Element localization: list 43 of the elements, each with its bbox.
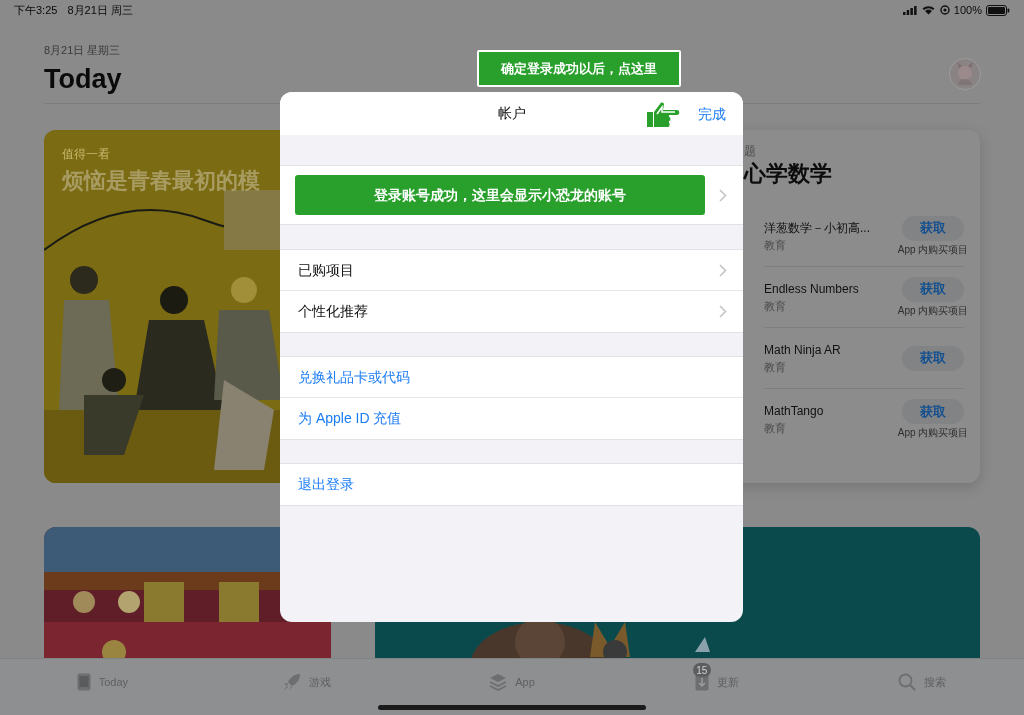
app-category: 教育 xyxy=(764,298,786,314)
card-eyebrow: 题 xyxy=(744,143,756,160)
wifi-icon xyxy=(921,5,935,15)
in-app-purchase-note: App 内购买项目 xyxy=(897,303,969,318)
list-row[interactable]: 个性化推荐 xyxy=(280,291,743,332)
app-category: 教育 xyxy=(764,421,786,437)
chevron-icon xyxy=(719,188,727,202)
avatar-icon[interactable] xyxy=(949,58,981,90)
in-app-purchase-note: App 内购买项目 xyxy=(897,242,969,257)
tooltip: 确定登录成功以后，点这里 xyxy=(477,50,681,87)
pointing-hand-icon xyxy=(645,100,681,130)
status-date: 8月21日 周三 xyxy=(67,2,133,18)
app-name: Endless Numbers xyxy=(764,280,859,298)
list-row[interactable]: 为 Apple ID 充值 xyxy=(280,398,743,439)
card-title: 烦恼是青春最初的模 xyxy=(62,167,260,195)
signal-icon xyxy=(902,5,917,15)
app-name: 洋葱数学－小初高... xyxy=(764,219,870,237)
badge: 15 xyxy=(692,663,711,677)
search-icon xyxy=(897,673,916,691)
today-icon xyxy=(76,673,91,691)
chevron-icon xyxy=(719,263,727,277)
app-name: Math Ninja AR xyxy=(764,341,841,359)
list-row[interactable]: 兑换礼品卡或代码 xyxy=(280,357,743,398)
rocket-icon xyxy=(283,673,302,691)
list-row[interactable]: 退出登录 xyxy=(280,464,743,505)
app-category: 教育 xyxy=(764,237,786,253)
app-name: MathTango xyxy=(764,403,824,421)
chevron-icon xyxy=(719,305,727,318)
app-category: 教育 xyxy=(764,359,786,375)
layers-icon xyxy=(489,673,508,691)
orientation-lock-icon xyxy=(939,5,950,15)
battery-percent: 100% xyxy=(953,2,982,18)
get-button[interactable]: 获取 xyxy=(902,399,964,424)
card-eyebrow: 值得一看 xyxy=(62,146,110,163)
card-title: 心学数学 xyxy=(744,160,832,188)
page-title: Today xyxy=(44,62,122,95)
clock-time: 下午3:25 xyxy=(14,2,58,18)
done-button[interactable]: 完成 xyxy=(698,104,726,125)
account-banner: 登录账号成功，这里会显示小恐龙的账号 xyxy=(295,175,705,215)
list-row[interactable]: 已购项目 xyxy=(280,250,743,291)
battery-icon xyxy=(986,4,1010,16)
in-app-purchase-note: App 内购买项目 xyxy=(897,426,969,440)
sheet-title: 帐户 xyxy=(497,104,526,123)
